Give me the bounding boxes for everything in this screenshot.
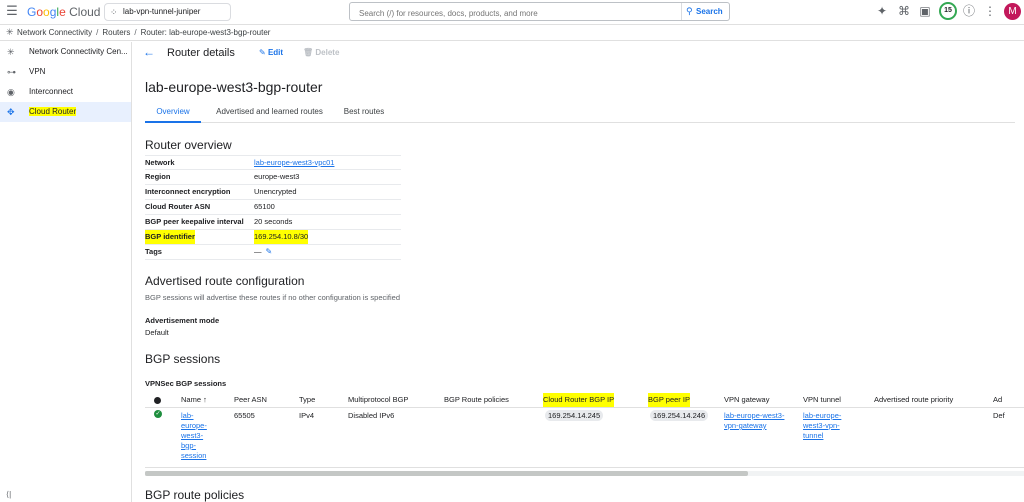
peer-ip-value: 169.254.14.246 <box>650 410 709 421</box>
toolbar-title: Router details <box>167 47 235 59</box>
bgp-route-policies-heading: BGP route policies <box>145 488 245 502</box>
pencil-icon: ✎ <box>259 48 266 57</box>
sidebar-item-vpn[interactable]: ⊶ VPN <box>0 62 131 82</box>
table-row: ✓ lab-europe-west3- bgp-session 65505 IPv… <box>145 408 1024 468</box>
status-column-icon <box>154 397 161 404</box>
bgp-sessions-heading: BGP sessions <box>145 352 221 366</box>
tab-advertised-learned-routes[interactable]: Advertised and learned routes <box>207 103 332 123</box>
table-horizontal-scrollbar[interactable] <box>145 471 1024 476</box>
gemini-icon[interactable]: ✦ <box>875 4 889 18</box>
overview-row-bgp-identifier: BGP identifier 169.254.10.8/30 <box>145 230 401 245</box>
back-arrow-icon[interactable]: ← <box>143 45 155 59</box>
overview-row-tags: Tags — ✎ <box>145 245 401 260</box>
advertised-route-config-heading: Advertised route configuration <box>145 274 305 288</box>
search-button[interactable]: ⚲ Search <box>681 3 729 20</box>
project-name: lab-vpn-tunnel-juniper <box>123 7 201 16</box>
router-icon: ✥ <box>7 107 15 117</box>
breadcrumb-network-connectivity[interactable]: Network Connectivity <box>17 28 92 37</box>
edit-button[interactable]: ✎ Edit <box>259 48 283 57</box>
network-link[interactable]: lab-europe-west3-vpc01 <box>254 156 334 170</box>
overview-row-keepalive: BGP peer keepalive interval 20 seconds <box>145 215 401 230</box>
interconnect-icon: ◉ <box>7 87 15 97</box>
project-icon: ⁘ <box>110 7 118 17</box>
tab-best-routes[interactable]: Best routes <box>337 103 391 123</box>
avatar[interactable]: M <box>1004 3 1021 20</box>
help-icon[interactable]: ⓘ <box>962 4 976 18</box>
collapse-sidebar-icon[interactable]: ⟨| <box>6 490 11 499</box>
main-content: ← Router details ✎ Edit 🗑 Delete lab-eur… <box>133 42 1024 502</box>
edit-tags-pencil-icon[interactable]: ✎ <box>266 247 273 256</box>
delete-button: 🗑 Delete <box>303 48 340 57</box>
overview-row-asn: Cloud Router ASN 65100 <box>145 200 401 215</box>
advertisement-mode-value: Default <box>145 328 169 337</box>
cloud-shell-icon[interactable]: ▣ <box>918 4 932 18</box>
overview-row-encryption: Interconnect encryption Unencrypted <box>145 185 401 200</box>
advertisement-mode-label: Advertisement mode <box>145 316 220 325</box>
col-peer-asn: Peer ASN <box>234 395 267 404</box>
top-bar: ☰ Google Cloud ⁘ lab-vpn-tunnel-juniper … <box>0 0 1024 25</box>
overview-row-network: Network lab-europe-west3-vpc01 <box>145 155 401 170</box>
scrollbar-thumb[interactable] <box>145 471 748 476</box>
breadcrumb-router: Router: lab-europe-west3-bgp-router <box>140 28 271 37</box>
gift-icon[interactable]: ⌘ <box>897 4 911 18</box>
col-cloud-router-bgp-ip: Cloud Router BGP IP <box>543 393 615 407</box>
search-icon: ⚲ <box>686 6 693 16</box>
col-route-policies: BGP Route policies <box>444 395 509 404</box>
sidebar-item-cloud-router[interactable]: ✥ Cloud Router <box>0 102 131 122</box>
col-type: Type <box>299 395 316 404</box>
trial-badge[interactable]: 15 <box>939 2 957 20</box>
trash-icon: 🗑 <box>303 48 314 57</box>
bgp-sessions-table: Name ↑ Peer ASN Type Multiprotocol BGP B… <box>145 393 1024 476</box>
advertised-route-description: BGP sessions will advertise these routes… <box>145 293 400 302</box>
toolbar: ← Router details ✎ Edit 🗑 Delete <box>133 42 1024 64</box>
col-vpn-tunnel: VPN tunnel <box>803 395 841 404</box>
type-value: IPv4 <box>299 411 315 420</box>
col-ad: Ad <box>993 395 1003 404</box>
table-header: Name ↑ Peer ASN Type Multiprotocol BGP B… <box>145 393 1024 408</box>
menu-icon[interactable]: ☰ <box>6 4 18 17</box>
vpn-bgp-sessions-label: VPNSec BGP sessions <box>145 379 227 388</box>
sort-arrow-up-icon: ↑ <box>203 395 207 404</box>
sidebar-item-network-connectivity-center[interactable]: ✳ Network Connectivity Cen... <box>0 42 131 62</box>
ad-value: Def <box>993 411 1005 420</box>
col-vpn-gateway: VPN gateway <box>724 395 770 404</box>
col-bgp-peer-ip: BGP peer IP <box>648 393 690 407</box>
google-cloud-logo[interactable]: Google Cloud <box>27 5 100 19</box>
col-multiprotocol: Multiprotocol BGP <box>348 395 409 404</box>
project-picker[interactable]: ⁘ lab-vpn-tunnel-juniper <box>104 3 231 21</box>
col-advertised-priority: Advertised route priority <box>874 395 954 404</box>
vpn-icon: ⊶ <box>7 67 16 77</box>
vpn-tunnel-link[interactable]: lab-europe-west3-vpn-tunnel <box>803 411 841 441</box>
hub-icon: ✳ <box>7 47 15 57</box>
col-name[interactable]: Name ↑ <box>181 393 207 407</box>
more-options-icon[interactable]: ⋮ <box>983 4 997 18</box>
overview-row-region: Region europe-west3 <box>145 170 401 185</box>
session-name-link[interactable]: lab-europe-west3- bgp-session <box>181 411 207 461</box>
peer-asn-value: 65505 <box>234 411 255 420</box>
multiprotocol-value: Disabled IPv6 <box>348 411 395 420</box>
sidebar: ✳ Network Connectivity Cen... ⊶ VPN ◉ In… <box>0 42 132 502</box>
search-box: ⚲ Search <box>349 2 730 22</box>
breadcrumb-routers[interactable]: Routers <box>102 28 130 37</box>
breadcrumb: ✳ Network Connectivity / Routers / Router: l… <box>0 25 1024 41</box>
page-title: lab-europe-west3-bgp-router <box>145 79 323 95</box>
network-connectivity-icon: ✳ <box>6 27 14 37</box>
status-ok-icon: ✓ <box>154 410 162 418</box>
search-input[interactable] <box>350 5 680 22</box>
tab-overview[interactable]: Overview <box>145 103 201 123</box>
cloud-router-ip-value: 169.254.14.245 <box>545 410 604 421</box>
sidebar-item-interconnect[interactable]: ◉ Interconnect <box>0 82 131 102</box>
vpn-gateway-link[interactable]: lab-europe-west3- vpn-gateway <box>724 411 784 431</box>
tab-bar: Overview Advertised and learned routes B… <box>145 103 1015 123</box>
router-overview-heading: Router overview <box>145 138 232 152</box>
